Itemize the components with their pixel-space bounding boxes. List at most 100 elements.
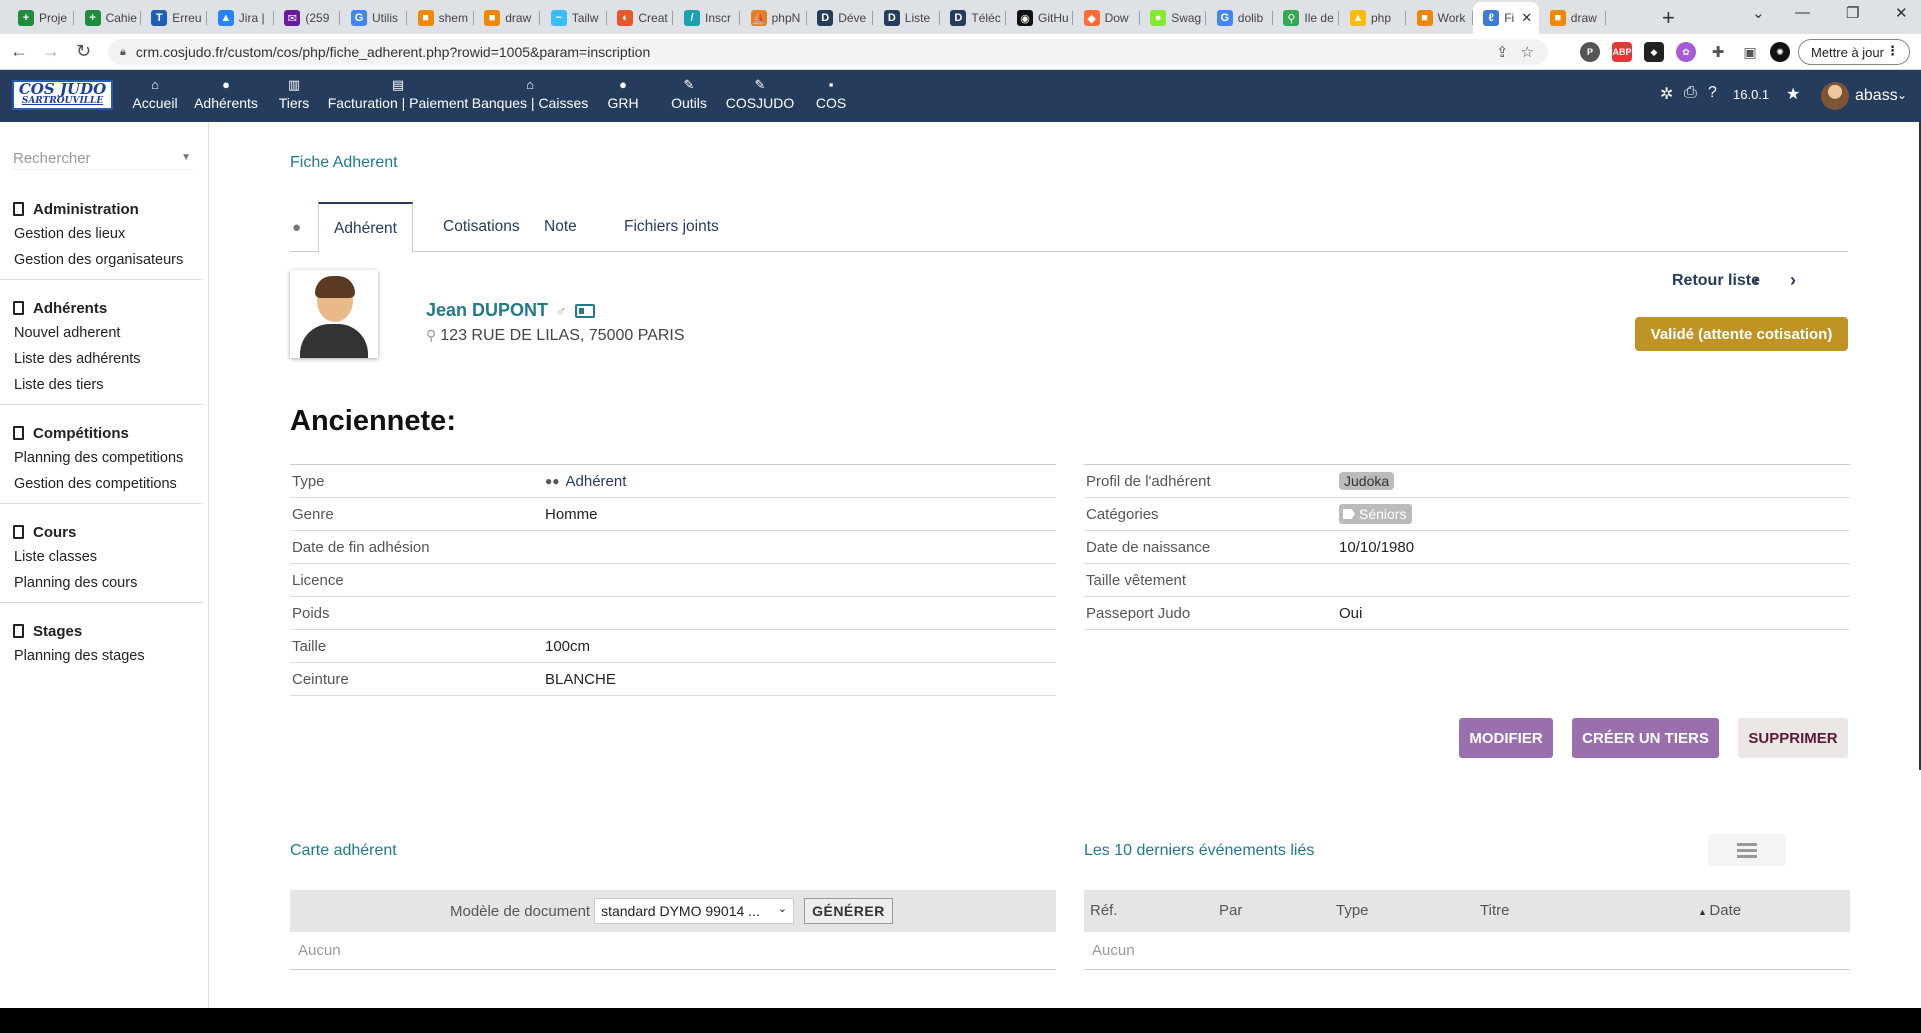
- browser-tab[interactable]: G Utilis: [341, 4, 407, 32]
- menu-item-grh[interactable]: ● GRH: [607, 76, 638, 112]
- extension-abp-icon[interactable]: ABP: [1612, 42, 1632, 62]
- share-icon[interactable]: ⇪: [1496, 43, 1509, 61]
- menu-item-outils[interactable]: ✎ Outils: [671, 76, 707, 112]
- kebab-menu-icon[interactable]: ⋮: [1886, 43, 1899, 59]
- browser-tab[interactable]: + Proje: [8, 4, 74, 32]
- member-type-link[interactable]: Adhérent: [566, 473, 627, 490]
- sidebar-link[interactable]: Planning des stages: [0, 643, 203, 669]
- id-card-icon[interactable]: [574, 303, 595, 318]
- user-avatar[interactable]: [1821, 82, 1849, 110]
- browser-tab[interactable]: / Inscr: [674, 4, 740, 32]
- member-name[interactable]: Jean DUPONT: [426, 300, 548, 321]
- browser-tab[interactable]: ⛵ phpN: [741, 4, 807, 32]
- browser-tab[interactable]: ■ Work: [1407, 4, 1473, 32]
- browser-tab[interactable]: ▲ php: [1340, 4, 1406, 32]
- username-label[interactable]: abass: [1855, 87, 1898, 105]
- sidebar-link[interactable]: Nouvel adherent: [0, 320, 203, 346]
- sidebar-link[interactable]: Gestion des organisateurs: [0, 247, 203, 273]
- next-record-icon[interactable]: ›: [1790, 270, 1796, 291]
- events-column-header[interactable]: Type: [1336, 902, 1369, 919]
- browser-tab[interactable]: Gdolib: [1207, 4, 1273, 32]
- new-tab-icon[interactable]: +: [1662, 5, 1675, 31]
- delete-button[interactable]: SUPPRIMER: [1738, 718, 1848, 758]
- create-third-party-button[interactable]: CRÉER UN TIERS: [1572, 718, 1719, 758]
- browser-tab[interactable]: D Téléc: [940, 4, 1007, 32]
- document-model-select[interactable]: standard DYMO 99014 ... ⌄: [594, 898, 795, 924]
- browser-tab[interactable]: D Liste: [874, 4, 940, 32]
- extension-paint-icon[interactable]: ✿: [1676, 42, 1696, 62]
- bug-icon[interactable]: ✲: [1660, 84, 1673, 104]
- modify-button[interactable]: MODIFIER: [1459, 718, 1553, 758]
- browser-tab[interactable]: ■ draw: [474, 4, 541, 32]
- minimize-icon[interactable]: —: [1795, 4, 1810, 21]
- forward-arrow-icon[interactable]: →: [42, 41, 60, 62]
- sidebar-link[interactable]: Planning des cours: [0, 570, 203, 596]
- browser-tab[interactable]: ℓ Fi ✕: [1473, 2, 1540, 34]
- breadcrumb[interactable]: Fiche Adherent: [290, 154, 398, 172]
- chevron-down-icon[interactable]: ⌄: [1897, 88, 1907, 102]
- events-column-header[interactable]: Titre: [1480, 902, 1509, 919]
- sidebar-section-title[interactable]: Compétitions: [0, 421, 203, 445]
- sidebar-link[interactable]: Liste classes: [0, 544, 203, 570]
- list-view-icon[interactable]: [1708, 834, 1786, 866]
- browser-tab[interactable]: ⚲ Ile de: [1273, 4, 1340, 32]
- close-tab-icon[interactable]: ✕: [1521, 10, 1532, 26]
- browser-tab[interactable]: D Déve: [807, 4, 874, 32]
- events-column-header[interactable]: Par: [1219, 902, 1242, 919]
- sidebar-link[interactable]: Gestion des lieux: [0, 221, 203, 247]
- tab-search-icon[interactable]: ⌄: [1752, 4, 1765, 22]
- browser-tab[interactable]: + Cahie: [75, 4, 141, 32]
- generate-button[interactable]: GÉNÉRER: [804, 898, 893, 924]
- browser-tab[interactable]: ▲ Jira |: [208, 4, 274, 32]
- sidebar-section-title[interactable]: Adhérents: [0, 296, 203, 320]
- bookmark-star-icon[interactable]: ☆: [1521, 43, 1534, 61]
- sidebar-link[interactable]: Liste des adhérents: [0, 346, 203, 372]
- menu-item-accueil[interactable]: ⌂ Accueil: [132, 76, 177, 112]
- restore-icon[interactable]: ❐: [1846, 4, 1859, 22]
- tab-fichiers-joints[interactable]: Fichiers joints: [609, 202, 734, 252]
- menu-item-cosjudo[interactable]: ✎ COSJUDO: [726, 76, 794, 112]
- extension-pinterest-icon[interactable]: P: [1580, 42, 1600, 62]
- close-window-icon[interactable]: ✕: [1895, 4, 1908, 22]
- browser-tab[interactable]: ◉ GitHu: [1007, 4, 1073, 32]
- update-browser-button[interactable]: Mettre à jour ⋮: [1798, 39, 1910, 65]
- browser-tab[interactable]: ~ Tailw: [541, 4, 607, 32]
- events-column-header[interactable]: Réf.: [1090, 902, 1118, 919]
- menu-item-banques-caisses[interactable]: ⌂ Banques | Caisses: [472, 76, 588, 112]
- menu-item-cos[interactable]: ▪ COS: [816, 76, 846, 112]
- profile-avatar-icon[interactable]: ✺: [1770, 42, 1790, 62]
- sidebar-link[interactable]: Planning des competitions: [0, 445, 203, 471]
- events-column-header[interactable]: ▲ Date: [1698, 902, 1741, 919]
- menu-item-adh-rents[interactable]: ● Adhérents: [194, 76, 258, 112]
- cos-judo-logo[interactable]: COS JUDO SARTROUVILLE: [12, 80, 113, 110]
- help-icon[interactable]: ?: [1708, 84, 1717, 102]
- tab-note[interactable]: Note: [529, 202, 592, 252]
- browser-tab[interactable]: ● Swag: [1140, 4, 1207, 32]
- previous-record-icon[interactable]: ‹: [1753, 270, 1759, 291]
- sidebar-link[interactable]: Gestion des competitions: [0, 471, 203, 497]
- category-tag[interactable]: Séniors: [1339, 504, 1413, 524]
- address-bar[interactable]: 🔒︎ crm.cosjudo.fr/custom/cos/php/fiche_a…: [108, 39, 1548, 65]
- browser-tab[interactable]: ■ shem: [408, 4, 474, 32]
- reload-icon[interactable]: ↻: [76, 41, 91, 62]
- browser-tab[interactable]: ◆ Dow: [1074, 4, 1140, 32]
- extensions-puzzle-icon[interactable]: ✚: [1708, 42, 1728, 62]
- tab-cotisations[interactable]: Cotisations: [428, 202, 535, 252]
- back-arrow-icon[interactable]: ←: [10, 41, 28, 62]
- sidebar-section-title[interactable]: Cours: [0, 520, 203, 544]
- print-icon[interactable]: ⎙: [1684, 84, 1697, 102]
- tab-adh-rent[interactable]: Adhérent: [318, 202, 413, 253]
- browser-tab[interactable]: T Erreu: [141, 4, 208, 32]
- sidepanel-icon[interactable]: ▣: [1740, 42, 1760, 62]
- sidebar-link[interactable]: Liste des tiers: [0, 372, 203, 398]
- browser-tab[interactable]: ■ draw: [1540, 4, 1606, 32]
- menu-item-tiers[interactable]: ▥ Tiers: [279, 76, 310, 112]
- sidebar-section-title[interactable]: Stages: [0, 619, 203, 643]
- back-to-list-link[interactable]: Retour liste: [1672, 272, 1760, 290]
- extension-shield-icon[interactable]: ◆: [1644, 42, 1664, 62]
- sidebar-search-select[interactable]: Rechercher ▼: [13, 150, 193, 170]
- browser-tab[interactable]: ✉ (259: [274, 4, 341, 32]
- browser-tab[interactable]: ◐ Creat: [607, 4, 674, 32]
- sidebar-section-title[interactable]: Administration: [0, 197, 203, 221]
- bookmarks-star-icon[interactable]: ★: [1786, 84, 1800, 104]
